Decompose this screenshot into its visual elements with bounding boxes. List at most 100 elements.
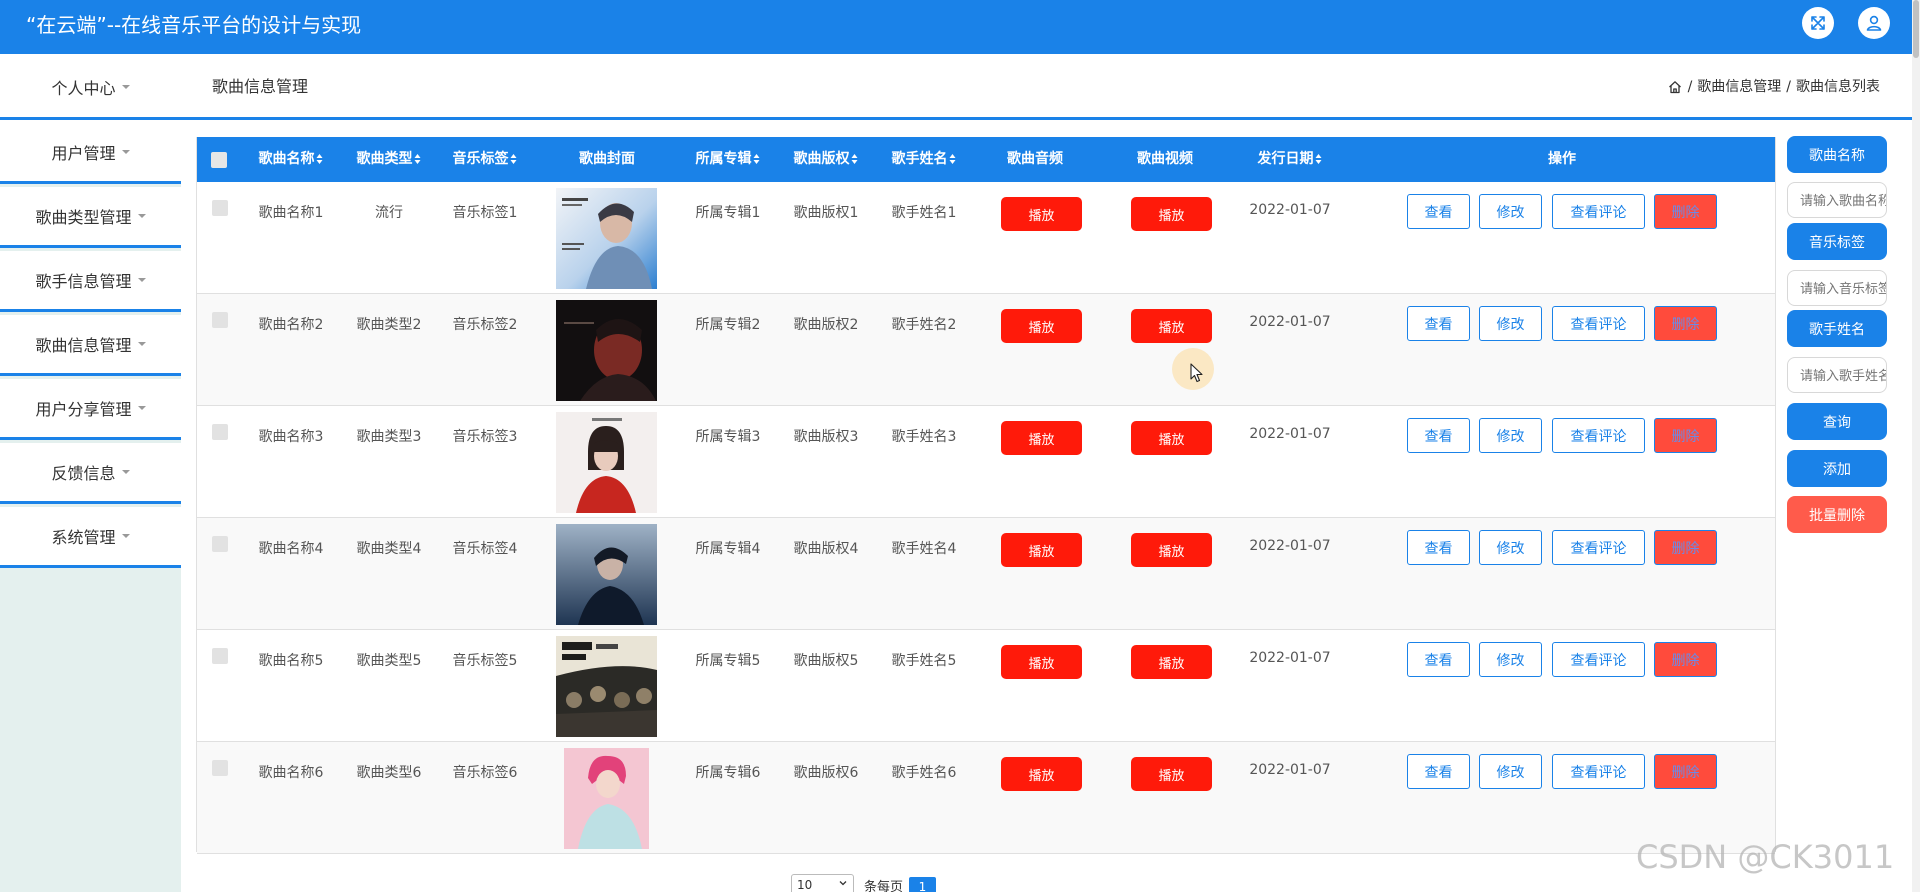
watermark: CSDN @CK3011	[1636, 838, 1895, 876]
singer-cell: 歌手姓名2	[891, 317, 957, 333]
sidebar-item-feedback[interactable]: 反馈信息	[0, 443, 181, 504]
delete-button[interactable]: 删除	[1654, 418, 1717, 453]
view-comments-button[interactable]: 查看评论	[1552, 418, 1645, 453]
edit-button[interactable]: 修改	[1479, 418, 1542, 453]
window-scrollbar[interactable]	[1912, 0, 1920, 892]
release-date-cell: 2022-01-07	[1249, 762, 1331, 778]
sidebar-item-system-management[interactable]: 系统管理	[0, 507, 181, 568]
play-audio-button[interactable]: 播放	[1001, 757, 1082, 791]
delete-button[interactable]: 删除	[1654, 530, 1717, 565]
column-header-actions: 操作	[1548, 137, 1576, 182]
play-audio-button[interactable]: 播放	[1001, 421, 1082, 455]
caret-down-icon	[121, 470, 130, 474]
view-button[interactable]: 查看	[1407, 306, 1470, 341]
music-tag-search-input[interactable]	[1787, 270, 1887, 306]
song-type-cell: 歌曲类型5	[356, 653, 422, 669]
sidebar-item-label: 歌曲信息管理	[35, 336, 132, 355]
sidebar-item-label: 用户管理	[51, 144, 116, 163]
batch-delete-button[interactable]: 批量删除	[1787, 496, 1887, 533]
column-header-singer[interactable]: 歌手姓名	[892, 137, 957, 182]
caret-down-icon	[137, 406, 146, 410]
select-all-checkbox[interactable]	[211, 152, 227, 168]
song-name-search-input[interactable]	[1787, 182, 1887, 218]
delete-button[interactable]: 删除	[1654, 194, 1717, 229]
column-header-label: 发行日期	[1257, 151, 1314, 167]
view-comments-button[interactable]: 查看评论	[1552, 754, 1645, 789]
row-checkbox[interactable]	[212, 648, 228, 664]
row-checkbox[interactable]	[212, 760, 228, 776]
sidebar-item-user-management[interactable]: 用户管理	[0, 123, 181, 184]
edit-button[interactable]: 修改	[1479, 306, 1542, 341]
view-comments-button[interactable]: 查看评论	[1552, 642, 1645, 677]
row-checkbox[interactable]	[212, 536, 228, 552]
breadcrumb-item[interactable]: 歌曲信息管理	[1697, 54, 1781, 120]
view-comments-button[interactable]: 查看评论	[1552, 306, 1645, 341]
sidebar-item-label: 歌手信息管理	[35, 272, 132, 291]
column-header-music-tag[interactable]: 音乐标签	[453, 137, 518, 182]
sidebar-item-singer-management[interactable]: 歌手信息管理	[0, 251, 181, 312]
delete-button[interactable]: 删除	[1654, 642, 1717, 677]
song-name-cell: 歌曲名称4	[258, 541, 324, 557]
home-icon[interactable]	[1668, 80, 1682, 94]
caret-down-icon	[121, 534, 130, 538]
row-checkbox[interactable]	[212, 200, 228, 216]
album-cell: 所属专辑6	[695, 765, 761, 781]
delete-button[interactable]: 删除	[1654, 754, 1717, 789]
play-video-button[interactable]: 播放	[1131, 645, 1212, 679]
play-video-button[interactable]: 播放	[1131, 757, 1212, 791]
column-header-release-date[interactable]: 发行日期	[1258, 137, 1323, 182]
song-type-cell: 歌曲类型6	[356, 765, 422, 781]
column-header-song-name[interactable]: 歌曲名称	[259, 137, 324, 182]
column-header-cover: 歌曲封面	[579, 137, 635, 182]
song-name-cell: 歌曲名称3	[258, 429, 324, 445]
row-checkbox[interactable]	[212, 312, 228, 328]
play-video-button[interactable]: 播放	[1131, 309, 1212, 343]
view-button[interactable]: 查看	[1407, 754, 1470, 789]
view-button[interactable]: 查看	[1407, 194, 1470, 229]
column-header-label: 歌曲类型	[356, 151, 413, 167]
song-name-label-button: 歌曲名称	[1787, 136, 1887, 173]
play-audio-button[interactable]: 播放	[1001, 533, 1082, 567]
view-comments-button[interactable]: 查看评论	[1552, 194, 1645, 229]
column-header-album[interactable]: 所属专辑	[696, 137, 761, 182]
row-checkbox[interactable]	[212, 424, 228, 440]
play-audio-button[interactable]: 播放	[1001, 645, 1082, 679]
breadcrumb-separator: /	[1786, 79, 1791, 95]
edit-button[interactable]: 修改	[1479, 530, 1542, 565]
view-button[interactable]: 查看	[1407, 418, 1470, 453]
delete-button[interactable]: 删除	[1654, 306, 1717, 341]
sidebar-item-share-management[interactable]: 用户分享管理	[0, 379, 181, 440]
table-row: 歌曲名称4 歌曲类型4 音乐标签4 所属专辑4 歌曲版权4 歌手姓名4 播放 播…	[197, 518, 1775, 630]
play-audio-button[interactable]: 播放	[1001, 309, 1082, 343]
add-button[interactable]: 添加	[1787, 450, 1887, 487]
singer-name-search-input[interactable]	[1787, 357, 1887, 393]
column-header-song-type[interactable]: 歌曲类型	[357, 137, 422, 182]
scrollbar-thumb[interactable]	[1913, 0, 1919, 58]
sidebar-item-song-type-management[interactable]: 歌曲类型管理	[0, 187, 181, 248]
view-button[interactable]: 查看	[1407, 642, 1470, 677]
play-video-button[interactable]: 播放	[1131, 421, 1212, 455]
app-title: “在云端”--在线音乐平台的设计与实现	[26, 13, 362, 37]
play-audio-button[interactable]: 播放	[1001, 197, 1082, 231]
page-number-current[interactable]: 1	[909, 877, 936, 892]
query-button[interactable]: 查询	[1787, 403, 1887, 440]
edit-button[interactable]: 修改	[1479, 194, 1542, 229]
edit-button[interactable]: 修改	[1479, 754, 1542, 789]
copyright-cell: 歌曲版权5	[793, 653, 859, 669]
page-size-select[interactable]: 10	[791, 874, 854, 892]
play-video-button[interactable]: 播放	[1131, 197, 1212, 231]
edit-button[interactable]: 修改	[1479, 642, 1542, 677]
user-icon[interactable]	[1858, 7, 1890, 39]
chevron-down-icon	[839, 881, 847, 886]
fullscreen-icon[interactable]	[1802, 7, 1834, 39]
release-date-cell: 2022-01-07	[1249, 426, 1331, 442]
sidebar-item-song-management[interactable]: 歌曲信息管理	[0, 315, 181, 376]
album-cell: 所属专辑1	[695, 205, 761, 221]
view-button[interactable]: 查看	[1407, 530, 1470, 565]
user-center-menu[interactable]: 个人中心	[0, 54, 181, 120]
view-comments-button[interactable]: 查看评论	[1552, 530, 1645, 565]
sort-icon	[510, 154, 518, 164]
play-video-button[interactable]: 播放	[1131, 533, 1212, 567]
column-header-copyright[interactable]: 歌曲版权	[794, 137, 859, 182]
caret-down-icon	[121, 85, 130, 89]
